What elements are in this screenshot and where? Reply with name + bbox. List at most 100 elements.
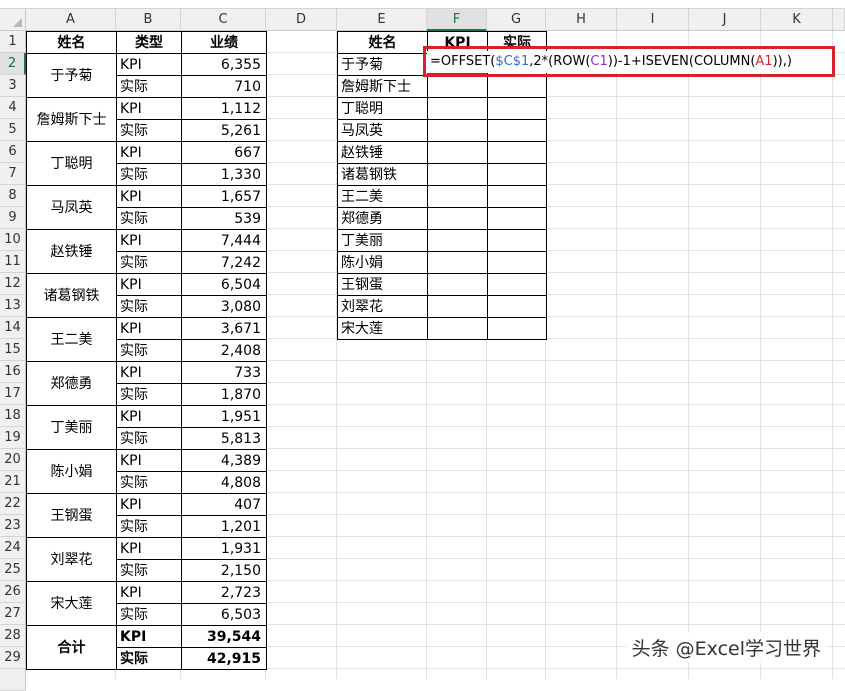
right-kpi-cell[interactable] — [427, 251, 488, 274]
kpi-value-cell[interactable]: 6,504 — [181, 273, 267, 296]
actual-value-cell[interactable]: 4,808 — [181, 471, 267, 494]
right-kpi-cell[interactable] — [427, 317, 488, 340]
kpi-value-cell[interactable]: 1,951 — [181, 405, 267, 428]
right-actual-cell[interactable] — [487, 97, 547, 120]
right-header-0[interactable]: 姓名 — [337, 31, 428, 54]
kpi-value-cell[interactable]: 7,444 — [181, 229, 267, 252]
type-actual-cell[interactable]: 实际 — [116, 427, 182, 450]
right-name-cell[interactable]: 郑德勇 — [337, 207, 428, 230]
right-actual-cell[interactable] — [487, 75, 547, 98]
column-header-i[interactable]: I — [617, 9, 689, 31]
left-name-cell[interactable]: 宋大莲 — [26, 581, 117, 626]
column-header-a[interactable]: A — [26, 9, 116, 31]
row-header-18[interactable]: 18 — [0, 405, 26, 427]
right-name-cell[interactable]: 刘翠花 — [337, 295, 428, 318]
total-kpi-value[interactable]: 39,544 — [181, 625, 267, 648]
row-header-17[interactable]: 17 — [0, 383, 26, 405]
actual-value-cell[interactable]: 5,261 — [181, 119, 267, 142]
row-header-24[interactable]: 24 — [0, 537, 26, 559]
type-kpi-cell[interactable]: KPI — [116, 537, 182, 560]
right-actual-cell[interactable] — [487, 273, 547, 296]
kpi-value-cell[interactable]: 6,355 — [181, 53, 267, 76]
type-actual-cell[interactable]: 实际 — [116, 471, 182, 494]
right-name-cell[interactable]: 王钢蛋 — [337, 273, 428, 296]
row-header-23[interactable]: 23 — [0, 515, 26, 537]
kpi-value-cell[interactable]: 1,931 — [181, 537, 267, 560]
kpi-value-cell[interactable]: 3,671 — [181, 317, 267, 340]
left-name-cell[interactable]: 刘翠花 — [26, 537, 117, 582]
row-header-2[interactable]: 2 — [0, 53, 26, 75]
type-kpi-cell[interactable]: KPI — [116, 97, 182, 120]
row-header-12[interactable]: 12 — [0, 273, 26, 295]
row-header-4[interactable]: 4 — [0, 97, 26, 119]
type-kpi-cell[interactable]: KPI — [116, 581, 182, 604]
right-name-cell[interactable]: 宋大莲 — [337, 317, 428, 340]
right-name-cell[interactable]: 丁聪明 — [337, 97, 428, 120]
right-name-cell[interactable]: 王二美 — [337, 185, 428, 208]
right-kpi-cell[interactable] — [427, 141, 488, 164]
left-name-cell[interactable]: 郑德勇 — [26, 361, 117, 406]
row-header-11[interactable]: 11 — [0, 251, 26, 273]
right-kpi-cell[interactable] — [427, 119, 488, 142]
row-header-8[interactable]: 8 — [0, 185, 26, 207]
right-kpi-cell[interactable] — [427, 75, 488, 98]
row-header-7[interactable]: 7 — [0, 163, 26, 185]
row-header-29[interactable]: 29 — [0, 647, 26, 669]
left-name-cell[interactable]: 于予菊 — [26, 53, 117, 98]
row-header-6[interactable]: 6 — [0, 141, 26, 163]
type-kpi-cell[interactable]: KPI — [116, 405, 182, 428]
type-kpi-cell[interactable]: KPI — [116, 317, 182, 340]
column-header-d[interactable]: D — [266, 9, 337, 31]
left-name-cell[interactable]: 王钢蛋 — [26, 493, 117, 538]
column-header-c[interactable]: C — [181, 9, 266, 31]
left-header-0[interactable]: 姓名 — [26, 31, 117, 54]
spreadsheet-grid[interactable]: A B C D E F G H I J K 1 2 3 4 5 6 7 8 9 10 11 12 13 14 15 16 17 18 19… — [0, 0, 845, 691]
type-actual-cell[interactable]: 实际 — [116, 251, 182, 274]
row-header-15[interactable]: 15 — [0, 339, 26, 361]
right-actual-cell[interactable] — [487, 295, 547, 318]
right-name-cell[interactable]: 丁美丽 — [337, 229, 428, 252]
right-actual-cell[interactable] — [487, 185, 547, 208]
right-actual-cell[interactable] — [487, 317, 547, 340]
actual-value-cell[interactable]: 1,870 — [181, 383, 267, 406]
right-actual-cell[interactable] — [487, 207, 547, 230]
right-actual-cell[interactable] — [487, 141, 547, 164]
type-kpi-cell[interactable]: KPI — [116, 449, 182, 472]
kpi-value-cell[interactable]: 407 — [181, 493, 267, 516]
kpi-value-cell[interactable]: 4,389 — [181, 449, 267, 472]
total-type-kpi[interactable]: KPI — [116, 625, 182, 648]
right-actual-cell[interactable] — [487, 163, 547, 186]
actual-value-cell[interactable]: 7,242 — [181, 251, 267, 274]
right-name-cell[interactable]: 于予菊 — [337, 53, 428, 76]
left-name-cell[interactable]: 王二美 — [26, 317, 117, 362]
kpi-value-cell[interactable]: 1,657 — [181, 185, 267, 208]
right-kpi-cell[interactable] — [427, 295, 488, 318]
row-header-22[interactable]: 22 — [0, 493, 26, 515]
column-header-k[interactable]: K — [761, 9, 833, 31]
type-kpi-cell[interactable]: KPI — [116, 229, 182, 252]
row-header-26[interactable]: 26 — [0, 581, 26, 603]
right-name-cell[interactable]: 诸葛钢铁 — [337, 163, 428, 186]
actual-value-cell[interactable]: 2,150 — [181, 559, 267, 582]
actual-value-cell[interactable]: 710 — [181, 75, 267, 98]
right-kpi-cell[interactable] — [427, 207, 488, 230]
column-header-b[interactable]: B — [116, 9, 181, 31]
type-actual-cell[interactable]: 实际 — [116, 339, 182, 362]
right-name-cell[interactable]: 赵铁锤 — [337, 141, 428, 164]
type-kpi-cell[interactable]: KPI — [116, 493, 182, 516]
actual-value-cell[interactable]: 3,080 — [181, 295, 267, 318]
type-actual-cell[interactable]: 实际 — [116, 603, 182, 626]
row-header-14[interactable]: 14 — [0, 317, 26, 339]
right-kpi-cell[interactable] — [427, 229, 488, 252]
type-actual-cell[interactable]: 实际 — [116, 75, 182, 98]
left-header-1[interactable]: 类型 — [116, 31, 182, 54]
right-kpi-cell[interactable] — [427, 163, 488, 186]
row-header-5[interactable]: 5 — [0, 119, 26, 141]
row-header-9[interactable]: 9 — [0, 207, 26, 229]
left-name-cell[interactable]: 丁聪明 — [26, 141, 117, 186]
actual-value-cell[interactable]: 6,503 — [181, 603, 267, 626]
type-kpi-cell[interactable]: KPI — [116, 361, 182, 384]
row-header-25[interactable]: 25 — [0, 559, 26, 581]
type-actual-cell[interactable]: 实际 — [116, 163, 182, 186]
type-actual-cell[interactable]: 实际 — [116, 207, 182, 230]
